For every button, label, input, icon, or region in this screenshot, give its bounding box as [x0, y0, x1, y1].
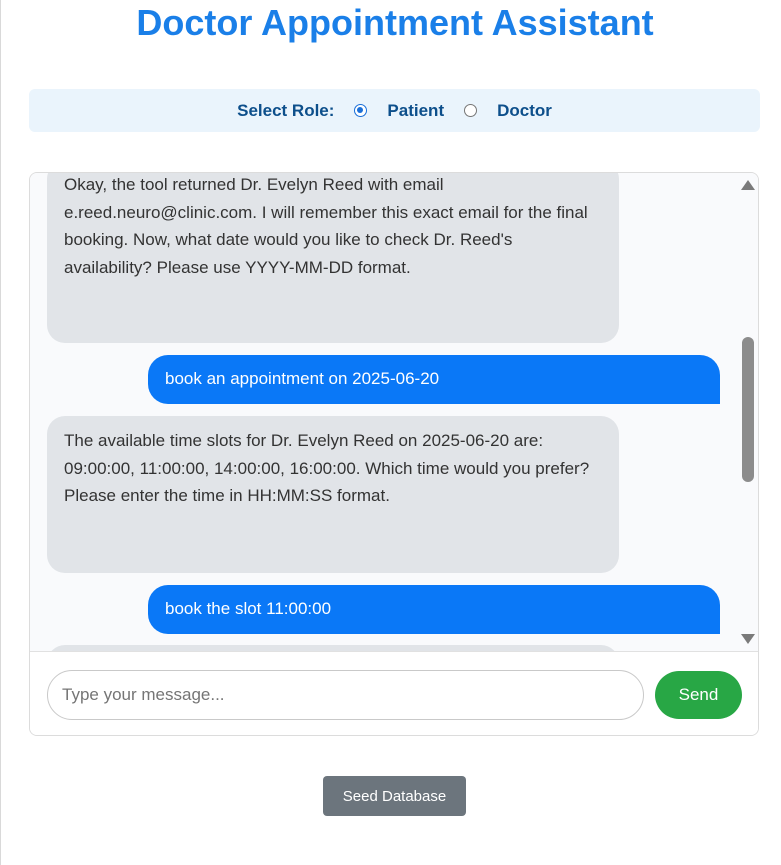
assistant-message-text: The available time slots for Dr. Evelyn …	[64, 431, 590, 505]
assistant-message: The available time slots for Dr. Evelyn …	[47, 416, 619, 573]
role-selector-label: Select Role:	[237, 100, 335, 120]
message-list[interactable]: Okay, the tool returned Dr. Evelyn Reed …	[30, 173, 742, 651]
role-selector: Select Role: Patient Doctor	[29, 89, 760, 132]
chat-input-row: Send	[30, 651, 758, 735]
scroll-down-arrow-icon[interactable]	[741, 634, 755, 644]
user-message-text: book an appointment on 2025-06-20	[165, 369, 440, 388]
scroll-up-arrow-icon[interactable]	[741, 180, 755, 190]
send-button[interactable]: Send	[655, 671, 742, 719]
message-input[interactable]	[47, 670, 644, 720]
page-left-border	[0, 0, 1, 865]
patient-radio[interactable]	[354, 104, 368, 117]
doctor-radio[interactable]	[464, 104, 478, 117]
user-message: book the slot 11:00:00	[148, 585, 720, 634]
user-message-text: book the slot 11:00:00	[165, 599, 332, 618]
message-list-scrollbar[interactable]	[738, 173, 758, 651]
chat-panel: Okay, the tool returned Dr. Evelyn Reed …	[29, 172, 759, 736]
assistant-message-text: Okay, the tool returned Dr. Evelyn Reed …	[64, 175, 588, 277]
seed-database-button[interactable]: Seed Database	[323, 776, 466, 816]
user-message: book an appointment on 2025-06-20	[148, 355, 720, 404]
scrollbar-thumb[interactable]	[742, 337, 754, 482]
page-title: Doctor Appointment Assistant	[136, 2, 654, 43]
doctor-radio-label[interactable]: Doctor	[497, 101, 552, 121]
patient-radio-label[interactable]: Patient	[387, 101, 444, 121]
assistant-message: Okay, the tool returned Dr. Evelyn Reed …	[47, 173, 619, 343]
